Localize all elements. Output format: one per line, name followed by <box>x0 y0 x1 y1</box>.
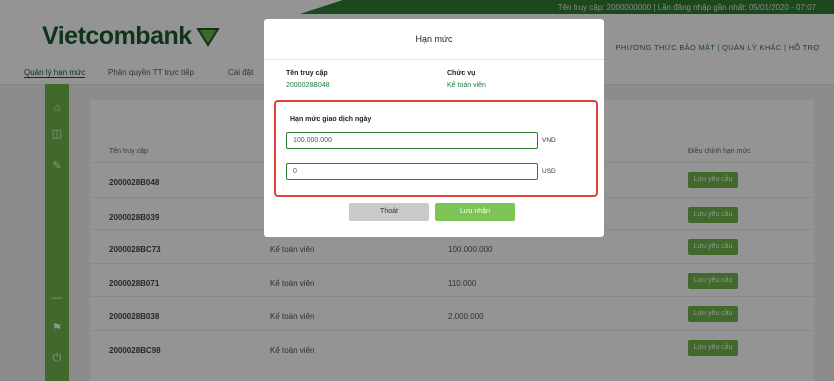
save-button[interactable]: Lưu nhận <box>435 203 515 221</box>
limit-modal: Hạn mức Tên truy cập 2000028B048 Chức vụ… <box>264 19 604 237</box>
modal-title: Hạn mức <box>415 34 453 44</box>
vnd-limit-input[interactable]: 100.000.000 <box>286 132 538 149</box>
role-value: Kế toán viên <box>447 82 486 89</box>
username-label: Tên truy cập <box>286 70 328 77</box>
modal-divider <box>264 59 604 60</box>
usd-limit-input[interactable]: 0 <box>286 163 538 180</box>
cancel-button[interactable]: Thoát <box>349 203 429 221</box>
username-value: 2000028B048 <box>286 82 330 89</box>
usd-unit: USD <box>542 168 556 175</box>
daily-limit-label: Hạn mức giao dịch ngày <box>290 116 372 123</box>
vnd-unit: VND <box>542 137 556 144</box>
role-label: Chức vụ <box>447 70 476 77</box>
